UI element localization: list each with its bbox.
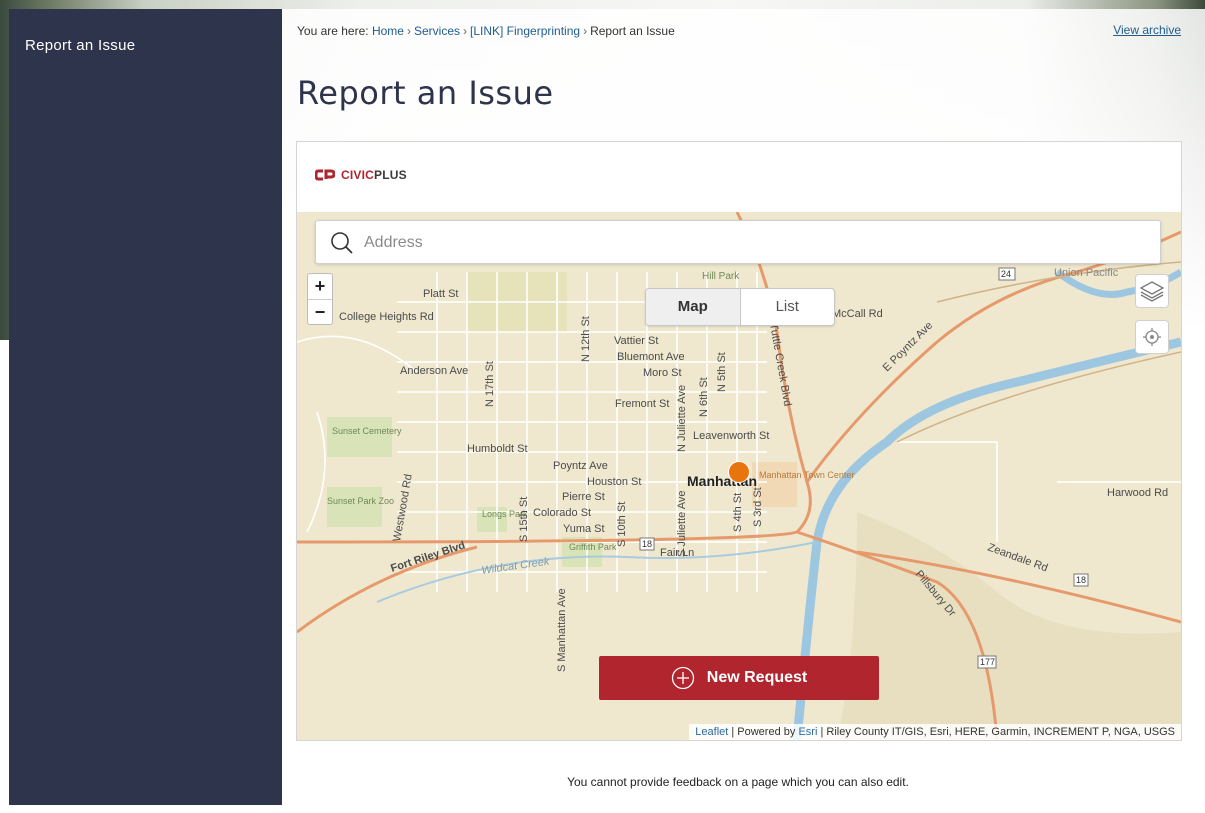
sidebar-item-report-an-issue[interactable]: Report an Issue: [25, 37, 266, 54]
breadcrumb-fingerprinting[interactable]: [LINK] Fingerprinting: [470, 24, 580, 38]
breadcrumb-current: Report an Issue: [590, 24, 675, 38]
report-widget: CIVICPLUS Platt St College Heights Rd An…: [296, 141, 1182, 741]
map-label-n-juliette: N Juliette Ave: [676, 385, 688, 452]
list-view-tab[interactable]: List: [741, 289, 835, 325]
map-label-fremont: Fremont St: [615, 398, 669, 410]
map-label-leavenworth: Leavenworth St: [693, 430, 769, 442]
breadcrumb-separator: ›: [463, 24, 467, 38]
map-label-platt: Platt St: [423, 288, 458, 300]
crosshair-icon: [1143, 328, 1161, 346]
breadcrumb-separator: ›: [583, 24, 588, 38]
layers-button[interactable]: [1135, 274, 1169, 308]
map-label-union-pacific: Union Pacific: [1054, 267, 1119, 279]
breadcrumb-separator: ›: [406, 24, 411, 38]
breadcrumb-prefix: You are here:: [297, 24, 369, 38]
view-archive-link[interactable]: View archive: [1113, 23, 1181, 37]
breadcrumb: You are here: Home › Services › [LINK] Finge…: [297, 24, 675, 38]
map-label-s-juliette: S Juliette Ave: [676, 491, 688, 557]
map-label-n-17th: N 17th St: [484, 361, 496, 407]
page-title: Report an Issue: [297, 74, 554, 112]
logo-text-plus: PLUS: [374, 168, 407, 182]
search-icon[interactable]: [330, 231, 354, 255]
map-label-griffith-park: Griffith Park: [569, 542, 617, 552]
map-label-n-6th: N 6th St: [698, 377, 710, 417]
layers-icon: [1139, 281, 1165, 302]
location-pin[interactable]: [728, 461, 750, 483]
map-label-pierre: Pierre St: [562, 491, 605, 503]
new-request-button[interactable]: New Request: [599, 656, 879, 700]
route-177-label: 177: [980, 657, 995, 667]
map[interactable]: Platt St College Heights Rd Anderson Ave…: [297, 212, 1181, 740]
map-label-s-10th: S 10th St: [616, 502, 628, 547]
feedback-note: You cannot provide feedback on a page wh…: [567, 775, 909, 789]
map-label-town-center: Manhattan Town Center: [759, 470, 854, 480]
esri-link[interactable]: Esri: [798, 726, 817, 738]
map-label-colorado: Colorado St: [533, 507, 591, 519]
route-18-east-label: 18: [1076, 575, 1086, 585]
map-label-houston: Houston St: [587, 476, 641, 488]
map-label-s-15th: S 15th St: [518, 497, 530, 542]
map-label-n-12th: N 12th St: [580, 316, 592, 362]
map-label-anderson: Anderson Ave: [400, 365, 468, 377]
address-search: [315, 220, 1161, 264]
zoom-in-button[interactable]: +: [308, 274, 332, 299]
map-label-hill-park: Hill Park: [702, 271, 740, 282]
map-park-zoo: [327, 487, 382, 527]
new-request-label: New Request: [706, 669, 808, 686]
map-label-harwood: Harwood Rd: [1107, 487, 1168, 499]
breadcrumb-home[interactable]: Home: [372, 24, 404, 38]
map-park-cemetery: [327, 417, 392, 457]
map-view-tab[interactable]: Map: [646, 289, 741, 325]
route-24-label: 24: [1001, 269, 1011, 279]
leaflet-link[interactable]: Leaflet: [695, 726, 728, 738]
map-label-yuma: Yuma St: [563, 523, 605, 535]
map-label-s-manhattan: S Manhattan Ave: [556, 588, 568, 672]
map-label-college-heights: College Heights Rd: [339, 311, 434, 323]
view-toggle: Map List: [645, 288, 835, 326]
locate-button[interactable]: [1135, 320, 1169, 354]
map-label-vattier: Vattier St: [614, 335, 658, 347]
civicplus-mark-icon: [315, 169, 335, 181]
attribution-sources: | Riley County IT/GIS, Esri, HERE, Garmi…: [820, 726, 1175, 738]
map-label-sunset-cemetery: Sunset Cemetery: [332, 426, 402, 436]
map-label-humboldt: Humboldt St: [467, 443, 528, 455]
logo-text: CIVICPLUS: [341, 168, 407, 182]
plus-circle-icon: [671, 666, 694, 690]
civicplus-logo: CIVICPLUS: [315, 168, 407, 182]
breadcrumb-services[interactable]: Services: [414, 24, 460, 38]
map-label-mccall: McCall Rd: [832, 308, 883, 320]
zoom-out-button[interactable]: −: [308, 299, 332, 325]
attribution-powered: | Powered by: [731, 726, 796, 738]
map-attribution: Leaflet | Powered by Esri | Riley County…: [689, 724, 1181, 740]
logo-text-civic: CIVIC: [341, 168, 375, 182]
widget-header: CIVICPLUS: [297, 142, 1181, 212]
sidebar: Report an Issue: [9, 9, 282, 805]
zoom-control: + −: [307, 273, 333, 325]
map-label-poyntz: Poyntz Ave: [553, 460, 608, 472]
map-label-n-5th: N 5th St: [716, 352, 728, 392]
map-label-sunset-zoo: Sunset Park Zoo: [327, 496, 394, 506]
map-label-s-4th: S 4th St: [732, 493, 744, 532]
address-input[interactable]: [362, 229, 1146, 257]
map-label-s-3rd: S 3rd St: [752, 487, 764, 527]
map-label-moro: Moro St: [643, 367, 682, 379]
map-label-bluemont: Bluemont Ave: [617, 351, 685, 363]
route-18-label: 18: [642, 539, 652, 549]
